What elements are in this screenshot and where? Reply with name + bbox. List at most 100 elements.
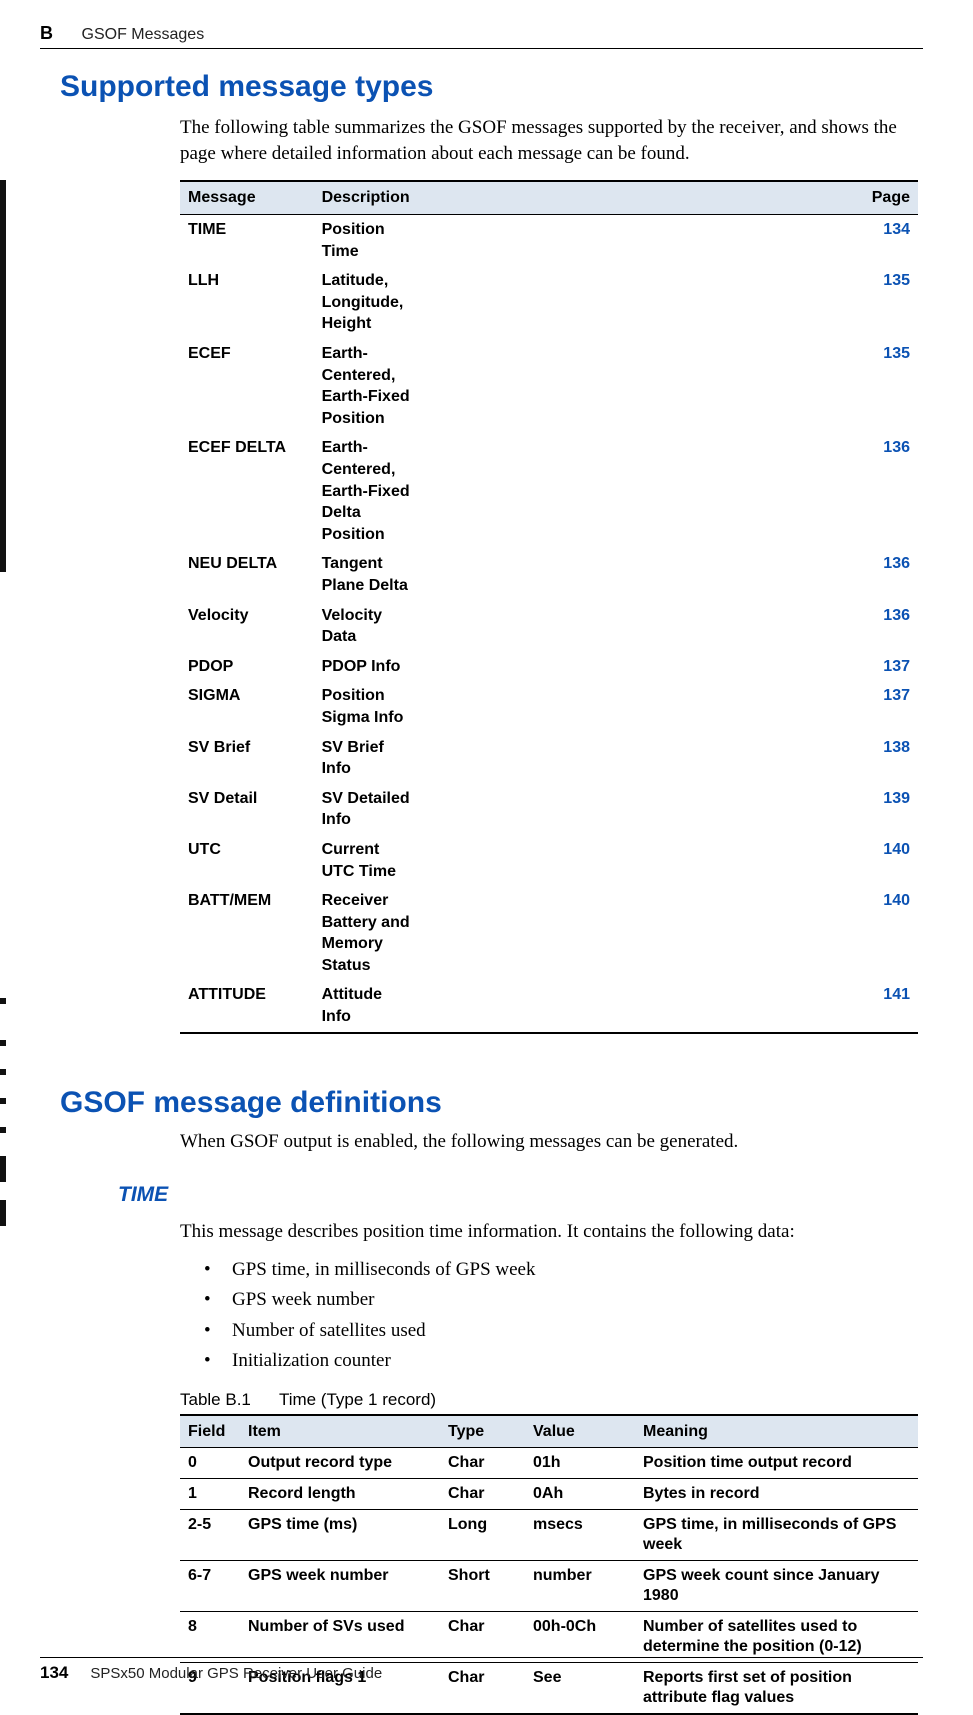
- intro-paragraph: The following table summarizes the GSOF …: [180, 115, 918, 166]
- cell-value: msecs: [525, 1510, 635, 1561]
- cell-page-link[interactable]: 135: [418, 266, 918, 339]
- heading-time: TIME: [118, 1184, 918, 1205]
- cell-description: SV Brief Info: [314, 733, 418, 784]
- cell-message: BATT/MEM: [180, 886, 314, 980]
- heading-supported-message-types: Supported message types: [60, 70, 918, 103]
- cell-item: GPS week number: [240, 1561, 440, 1612]
- cell-description: Tangent Plane Delta: [314, 549, 418, 600]
- page: B GSOF Messages Supported message types …: [0, 0, 973, 1715]
- header-rule: [40, 48, 923, 49]
- defs-intro-paragraph: When GSOF output is enabled, the followi…: [180, 1129, 918, 1155]
- col-page: Page: [418, 181, 918, 214]
- cell-description: SV Detailed Info: [314, 784, 418, 835]
- cell-description: Latitude, Longitude, Height: [314, 266, 418, 339]
- col-item: Item: [240, 1415, 440, 1448]
- table-row: ECEFEarth-Centered, Earth-Fixed Position…: [180, 339, 918, 433]
- table-row: SIGMAPosition Sigma Info137: [180, 681, 918, 732]
- summary-table: Message Description Page TIMEPosition Ti…: [180, 180, 918, 1033]
- cell-description: PDOP Info: [314, 652, 418, 682]
- table-row: ATTITUDEAttitude Info141: [180, 980, 918, 1032]
- footer: 134 SPSx50 Modular GPS Receiver User Gui…: [40, 1657, 923, 1687]
- cell-message: SIGMA: [180, 681, 314, 732]
- cell-message: TIME: [180, 215, 314, 267]
- content-area: Supported message types The following ta…: [0, 0, 973, 1715]
- cell-field: 1: [180, 1479, 240, 1510]
- heading-gsof-message-definitions: GSOF message definitions: [60, 1086, 918, 1119]
- cell-description: Receiver Battery and Memory Status: [314, 886, 418, 980]
- table-row: SV DetailSV Detailed Info139: [180, 784, 918, 835]
- cell-description: Attitude Info: [314, 980, 418, 1032]
- list-item: GPS time, in milliseconds of GPS week: [204, 1255, 918, 1285]
- cell-page-link[interactable]: 135: [418, 339, 918, 433]
- cell-field: 0: [180, 1448, 240, 1479]
- cell-type: Char: [440, 1479, 525, 1510]
- list-item: Number of satellites used: [204, 1316, 918, 1346]
- cell-page-link[interactable]: 139: [418, 784, 918, 835]
- cell-page-link[interactable]: 136: [418, 549, 918, 600]
- cell-type: Short: [440, 1561, 525, 1612]
- cell-item: Record length: [240, 1479, 440, 1510]
- cell-description: Velocity Data: [314, 601, 418, 652]
- col-meaning: Meaning: [635, 1415, 918, 1448]
- col-field: Field: [180, 1415, 240, 1448]
- left-margin-marks: [0, 0, 10, 1437]
- table-caption-title: Time (Type 1 record): [279, 1390, 436, 1409]
- cell-message: LLH: [180, 266, 314, 339]
- table-row: TIMEPosition Time134: [180, 215, 918, 267]
- section-title: GSOF Messages: [82, 26, 205, 43]
- cell-page-link[interactable]: 134: [418, 215, 918, 267]
- cell-message: SV Detail: [180, 784, 314, 835]
- cell-meaning: Number of satellites used to determine t…: [635, 1612, 918, 1663]
- cell-field: 6-7: [180, 1561, 240, 1612]
- cell-item: Number of SVs used: [240, 1612, 440, 1663]
- table-row: SV BriefSV Brief Info138: [180, 733, 918, 784]
- cell-type: Long: [440, 1510, 525, 1561]
- list-item: GPS week number: [204, 1285, 918, 1315]
- section-letter: B: [40, 23, 54, 43]
- table-row: 8Number of SVs usedChar00h-0ChNumber of …: [180, 1612, 918, 1663]
- time-intro-paragraph: This message describes position time inf…: [180, 1219, 918, 1245]
- cell-message: PDOP: [180, 652, 314, 682]
- cell-page-link[interactable]: 136: [418, 433, 918, 549]
- table-row: NEU DELTATangent Plane Delta136: [180, 549, 918, 600]
- table-row: 0Output record typeChar01hPosition time …: [180, 1448, 918, 1479]
- cell-value: 0Ah: [525, 1479, 635, 1510]
- cell-value: number: [525, 1561, 635, 1612]
- cell-page-link[interactable]: 138: [418, 733, 918, 784]
- cell-type: Char: [440, 1612, 525, 1663]
- cell-value: 00h-0Ch: [525, 1612, 635, 1663]
- cell-page-link[interactable]: 137: [418, 681, 918, 732]
- book-title: SPSx50 Modular GPS Receiver User Guide: [90, 1665, 382, 1682]
- cell-description: Position Time: [314, 215, 418, 267]
- cell-type: Char: [440, 1448, 525, 1479]
- cell-description: Earth-Centered, Earth-Fixed Position: [314, 339, 418, 433]
- table-row: BATT/MEMReceiver Battery and Memory Stat…: [180, 886, 918, 980]
- table-row: PDOPPDOP Info137: [180, 652, 918, 682]
- cell-message: ATTITUDE: [180, 980, 314, 1032]
- col-value: Value: [525, 1415, 635, 1448]
- cell-item: GPS time (ms): [240, 1510, 440, 1561]
- table-row: VelocityVelocity Data136: [180, 601, 918, 652]
- cell-message: ECEF: [180, 339, 314, 433]
- page-number: 134: [40, 1658, 68, 1688]
- cell-page-link[interactable]: 140: [418, 835, 918, 886]
- cell-item: Output record type: [240, 1448, 440, 1479]
- table-row: ECEF DELTAEarth-Centered, Earth-Fixed De…: [180, 433, 918, 549]
- cell-page-link[interactable]: 140: [418, 886, 918, 980]
- table-row: 1Record lengthChar0AhBytes in record: [180, 1479, 918, 1510]
- table-caption-label: Table B.1: [180, 1390, 251, 1409]
- cell-message: SV Brief: [180, 733, 314, 784]
- cell-meaning: Bytes in record: [635, 1479, 918, 1510]
- cell-page-link[interactable]: 137: [418, 652, 918, 682]
- col-type: Type: [440, 1415, 525, 1448]
- cell-meaning: Position time output record: [635, 1448, 918, 1479]
- cell-message: NEU DELTA: [180, 549, 314, 600]
- list-item: Initialization counter: [204, 1346, 918, 1376]
- cell-message: UTC: [180, 835, 314, 886]
- cell-page-link[interactable]: 141: [418, 980, 918, 1032]
- table-row: 6-7GPS week numberShortnumberGPS week co…: [180, 1561, 918, 1612]
- cell-message: ECEF DELTA: [180, 433, 314, 549]
- cell-field: 8: [180, 1612, 240, 1663]
- cell-page-link[interactable]: 136: [418, 601, 918, 652]
- table-row: UTCCurrent UTC Time140: [180, 835, 918, 886]
